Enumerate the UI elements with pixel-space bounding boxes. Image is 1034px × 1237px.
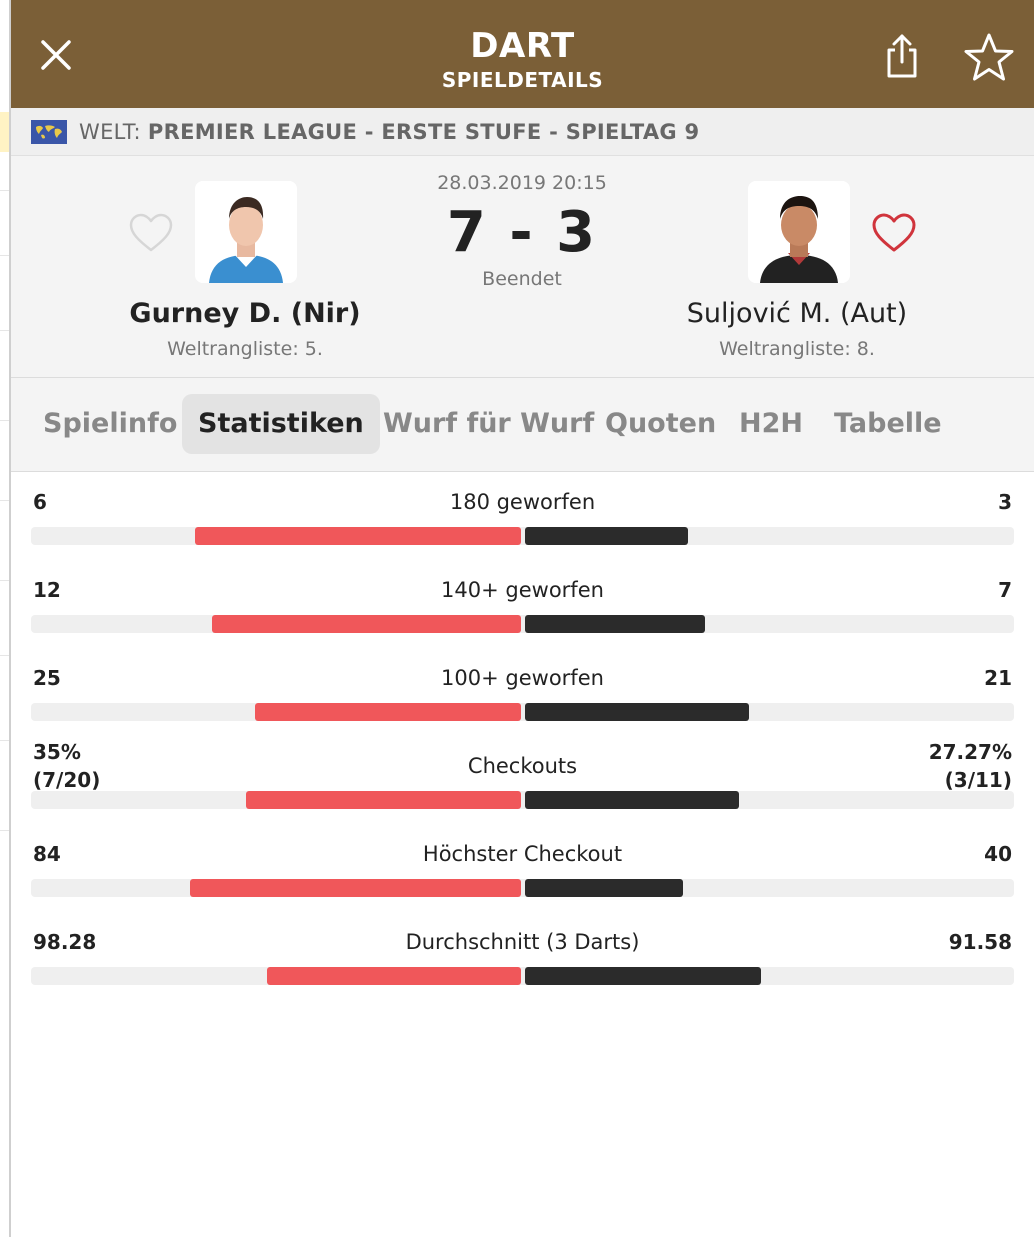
background-divider <box>0 830 9 831</box>
background-divider <box>0 190 9 191</box>
home-player-rank: Weltrangliste: 5. <box>167 338 323 360</box>
stat-home-bar <box>245 791 521 809</box>
tab-spielinfo[interactable]: Spielinfo <box>43 394 177 454</box>
player-photo <box>195 181 297 283</box>
match-summary: Gurney D. (Nir) Weltrangliste: 5. 28.03.… <box>11 156 1034 378</box>
stat-away-bar <box>524 615 705 633</box>
player-photo <box>748 181 850 283</box>
stat-away-bar <box>524 791 739 809</box>
stat-label: Checkouts <box>467 754 578 778</box>
stat-bar-track <box>31 791 1014 809</box>
stat-away-bar <box>524 967 761 985</box>
tab-h2h[interactable]: H2H <box>739 394 803 454</box>
stat-home-bar <box>189 879 521 897</box>
background-divider <box>0 420 9 421</box>
tab-quoten[interactable]: Quoten <box>605 394 716 454</box>
background-divider <box>0 580 9 581</box>
league-bar[interactable]: WELT: PREMIER LEAGUE - ERSTE STUFE - SPI… <box>11 108 1034 156</box>
stat-label: Höchster Checkout <box>422 842 623 866</box>
stat-home-bar <box>266 967 521 985</box>
favorite-home-button[interactable] <box>128 210 174 256</box>
tab-bar: Spielinfo Statistiken Wurf für Wurf Quot… <box>11 378 1034 472</box>
background-divider <box>0 500 9 501</box>
league-name: PREMIER LEAGUE - ERSTE STUFE - SPIELTAG … <box>147 119 700 144</box>
stat-label: 180 geworfen <box>449 490 596 514</box>
stat-bar-track <box>31 703 1014 721</box>
stat-away-value: 7 <box>998 578 1012 602</box>
stat-home-bar <box>211 615 521 633</box>
heart-outline-icon <box>129 213 173 252</box>
away-player-rank: Weltrangliste: 8. <box>719 338 875 360</box>
background-divider <box>0 740 9 741</box>
background-page-strip <box>0 0 11 1237</box>
background-divider <box>0 655 9 656</box>
stat-home-bar <box>254 703 521 721</box>
match-detail-panel: DART SPIELDETAILS WELT: PREMIER LEAGUE -… <box>11 0 1034 1237</box>
background-highlight <box>0 112 9 152</box>
favorite-match-button[interactable] <box>963 32 1015 84</box>
match-status: Beendet <box>482 268 562 290</box>
star-icon <box>964 33 1014 81</box>
stat-away-value: 3 <box>998 490 1012 514</box>
match-score: 7 - 3 <box>446 200 598 265</box>
stat-home-bar <box>194 527 521 545</box>
match-datetime: 28.03.2019 20:15 <box>437 172 607 194</box>
stat-bar-track <box>31 967 1014 985</box>
stat-away-bar <box>524 527 688 545</box>
stat-away-bar <box>524 703 749 721</box>
world-flag-icon <box>31 119 67 144</box>
stat-label: 100+ geworfen <box>441 666 604 690</box>
share-button[interactable] <box>881 32 923 80</box>
stat-bar-track <box>31 879 1014 897</box>
tab-tabelle[interactable]: Tabelle <box>834 394 942 454</box>
stat-away-value: 91.58 <box>948 930 1012 954</box>
heart-outline-icon <box>872 213 916 252</box>
stat-away-value: 21 <box>984 666 1012 690</box>
league-country: WELT: <box>79 119 141 144</box>
stat-away-value: 40 <box>984 842 1012 866</box>
background-divider <box>0 255 9 256</box>
home-player-avatar[interactable] <box>195 181 297 283</box>
stat-label: 140+ geworfen <box>441 578 604 602</box>
stat-label: Durchschnitt (3 Darts) <box>405 930 640 954</box>
stat-away-value: 27.27% <box>928 740 1012 764</box>
away-player-name[interactable]: Suljović M. (Aut) <box>617 298 977 329</box>
away-player-avatar[interactable] <box>748 181 850 283</box>
stat-away-bar <box>524 879 683 897</box>
tab-statistiken[interactable]: Statistiken <box>182 394 380 454</box>
favorite-away-button[interactable] <box>871 210 917 256</box>
share-icon <box>887 34 917 78</box>
stat-bar-track <box>31 615 1014 633</box>
stat-bar-track <box>31 527 1014 545</box>
home-player-name[interactable]: Gurney D. (Nir) <box>65 298 425 329</box>
background-divider <box>0 330 9 331</box>
stat-away-subvalue: (3/11) <box>944 768 1012 792</box>
header-bar: DART SPIELDETAILS <box>11 0 1034 108</box>
tab-wurf-fuer-wurf[interactable]: Wurf für Wurf <box>383 394 594 454</box>
